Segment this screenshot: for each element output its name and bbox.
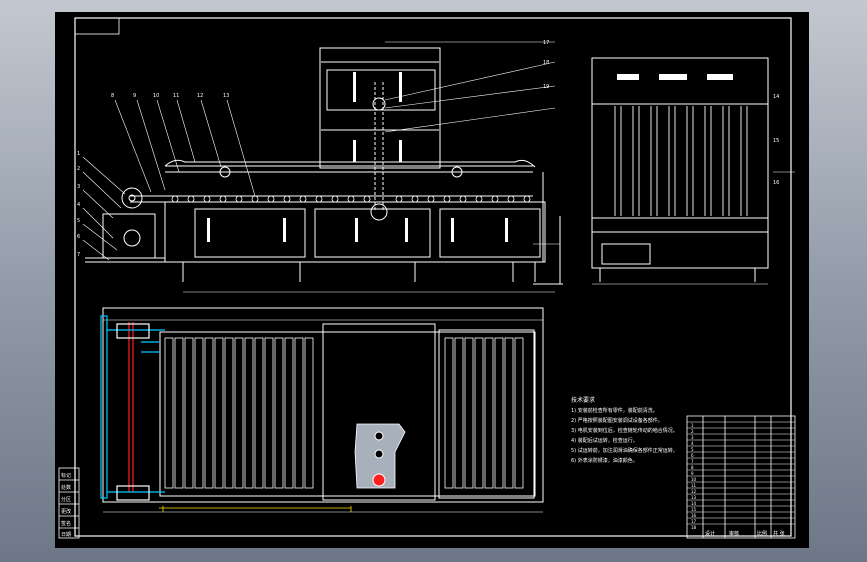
svg-text:6: 6 — [77, 234, 80, 240]
side-elevation-view — [591, 57, 795, 285]
side-frame — [591, 57, 769, 269]
svg-text:4) 装配后试运转，检查运行。: 4) 装配后试运转，检查运行。 — [571, 437, 638, 444]
svg-text:14: 14 — [773, 94, 779, 100]
front-elevation-view — [85, 47, 563, 293]
svg-text:18: 18 — [691, 525, 697, 530]
svg-text:19: 19 — [543, 84, 549, 90]
side-motor — [601, 243, 651, 265]
plan-baskets-right — [444, 337, 524, 489]
svg-text:13: 13 — [223, 93, 229, 99]
svg-text:15: 15 — [691, 507, 697, 512]
svg-text:15: 15 — [773, 138, 779, 144]
plan-center-chassis — [354, 423, 406, 489]
svg-text:共 张: 共 张 — [773, 530, 785, 537]
svg-text:10: 10 — [691, 477, 697, 482]
plan-view — [102, 307, 544, 513]
drawing-canvas: 8 9 10 11 12 13 1 2 3 4 5 6 7 14 15 16 1… — [58, 17, 796, 539]
svg-text:9: 9 — [133, 93, 136, 99]
svg-text:2) 严格按照装配图安装调试设备各部件。: 2) 严格按照装配图安装调试设备各部件。 — [571, 417, 663, 424]
svg-text:1: 1 — [77, 151, 80, 157]
sheet-corner-box — [74, 17, 120, 35]
svg-text:17: 17 — [691, 519, 697, 524]
svg-text:3: 3 — [77, 184, 80, 190]
svg-text:1) 安装前检查所有零件，装配前清洗。: 1) 安装前检查所有零件，装配前清洗。 — [571, 407, 658, 414]
svg-text:18: 18 — [543, 60, 549, 66]
technical-notes: 技术要求 1) 安装前检查所有零件，装配前清洗。 2) 严格按照装配图安装调试设… — [571, 396, 678, 464]
svg-text:11: 11 — [691, 483, 697, 488]
svg-text:7: 7 — [691, 459, 694, 464]
svg-text:日期: 日期 — [61, 532, 71, 538]
plan-drive-shaft — [100, 315, 165, 501]
svg-text:11: 11 — [173, 93, 179, 99]
svg-text:审核: 审核 — [729, 530, 739, 537]
svg-text:8: 8 — [691, 465, 694, 470]
svg-text:2: 2 — [77, 166, 80, 172]
plan-baskets-left — [164, 337, 314, 489]
svg-text:签名: 签名 — [61, 520, 71, 527]
title-block — [686, 415, 796, 539]
svg-text:16: 16 — [773, 180, 779, 186]
svg-text:16: 16 — [691, 513, 697, 518]
svg-text:6) 外表涂防锈漆，油漆颜色。: 6) 外表涂防锈漆，油漆颜色。 — [571, 457, 638, 464]
svg-text:标记: 标记 — [61, 472, 71, 479]
svg-text:2: 2 — [691, 429, 694, 434]
sheet-frame — [74, 17, 792, 537]
svg-text:5: 5 — [691, 447, 694, 452]
svg-text:10: 10 — [153, 93, 159, 99]
svg-text:7: 7 — [77, 252, 80, 258]
svg-text:8: 8 — [111, 93, 114, 99]
svg-text:9: 9 — [691, 471, 694, 476]
cad-drawing-viewport[interactable]: 8 9 10 11 12 13 1 2 3 4 5 6 7 14 15 16 1… — [55, 12, 809, 548]
side-balloon-labels: 14 15 16 17 18 19 — [543, 40, 779, 186]
front-top-cabinet — [319, 47, 441, 169]
svg-text:技术要求: 技术要求 — [571, 396, 595, 404]
svg-text:12: 12 — [197, 93, 203, 99]
svg-text:5: 5 — [77, 218, 80, 224]
svg-text:14: 14 — [691, 501, 697, 506]
svg-text:5) 试运转前，加注润滑油确保各部件正常运转。: 5) 试运转前，加注润滑油确保各部件正常运转。 — [571, 447, 678, 454]
svg-text:3) 电机安装到位后，检查链轮传动的啮合情况。: 3) 电机安装到位后，检查链轮传动的啮合情况。 — [571, 427, 678, 434]
svg-text:更改: 更改 — [61, 508, 71, 515]
side-top-marks — [617, 74, 733, 80]
svg-text:设计: 设计 — [705, 530, 715, 537]
svg-text:1: 1 — [691, 423, 694, 428]
front-chain-rollers — [171, 195, 531, 203]
svg-text:分区: 分区 — [61, 496, 71, 503]
svg-text:4: 4 — [691, 441, 694, 446]
svg-text:12: 12 — [691, 489, 697, 494]
svg-text:17: 17 — [543, 40, 549, 46]
plan-dimension-lines — [159, 506, 352, 512]
svg-text:13: 13 — [691, 495, 697, 500]
svg-text:3: 3 — [691, 435, 694, 440]
svg-text:4: 4 — [77, 202, 80, 208]
svg-text:处数: 处数 — [61, 484, 71, 491]
svg-text:比例: 比例 — [757, 530, 767, 537]
side-basket-columns — [614, 106, 748, 216]
front-tank-marks — [207, 72, 508, 242]
svg-text:6: 6 — [691, 453, 694, 458]
